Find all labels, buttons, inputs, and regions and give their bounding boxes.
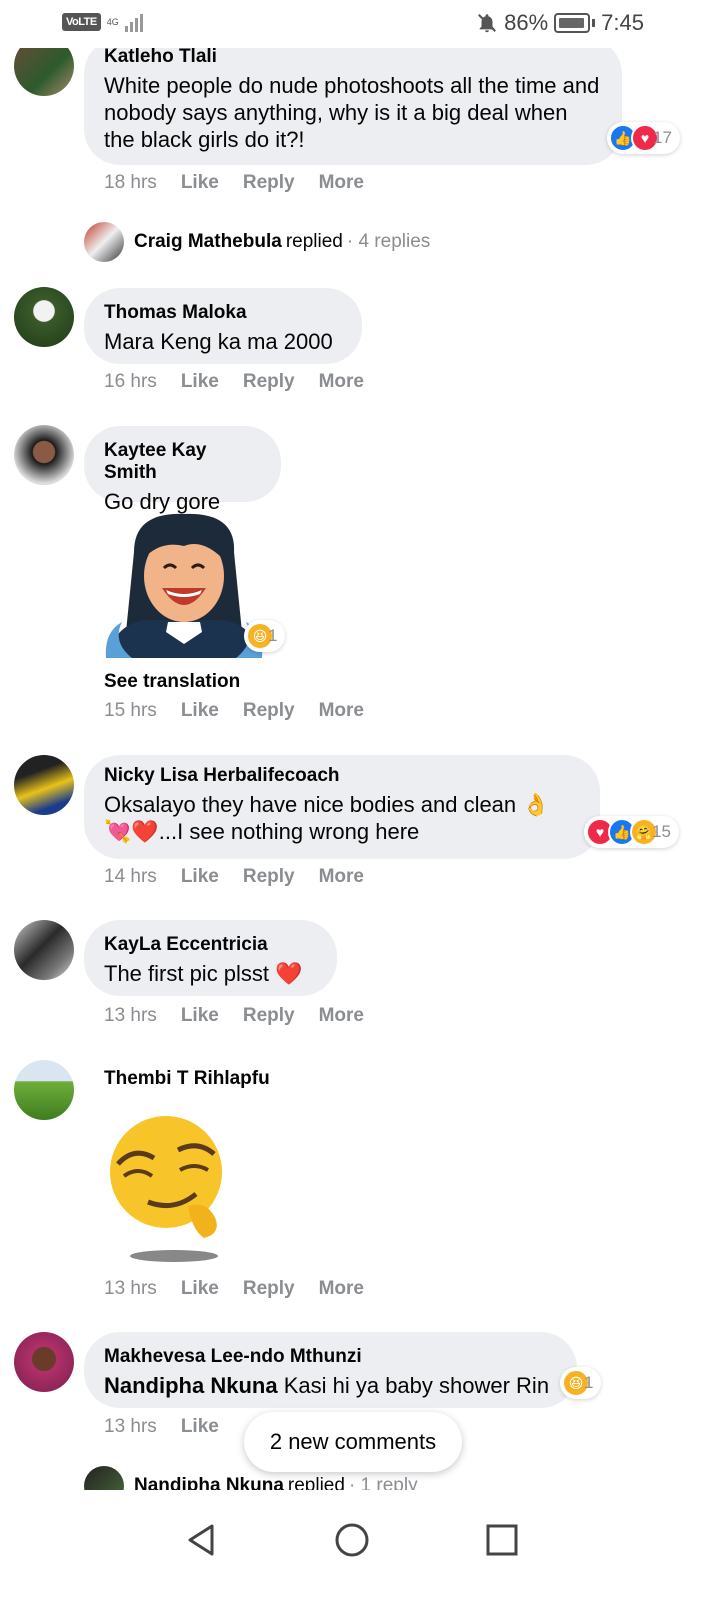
reaction-count: 1 — [584, 1373, 594, 1392]
avatar[interactable] — [14, 1060, 74, 1120]
like-button[interactable]: Like — [181, 172, 219, 194]
network-type: 4G — [106, 16, 119, 27]
avatar[interactable] — [14, 755, 74, 815]
commenter-name[interactable]: KayLa Eccentricia — [104, 934, 317, 956]
bell-muted-icon — [478, 14, 497, 33]
signal-icon — [124, 12, 143, 32]
commenter-name[interactable]: Nicky Lisa Herbalifecoach — [104, 765, 580, 787]
comment-bubble[interactable]: KayLa Eccentricia The first pic plsst ❤️ — [84, 920, 337, 996]
reply-button[interactable]: Reply — [243, 866, 295, 888]
comment-actions: 13 hrs Like — [104, 1416, 219, 1438]
reply-button[interactable]: Reply — [243, 371, 295, 393]
commenter-name[interactable]: Thomas Maloka — [104, 302, 342, 324]
reply-verb: replied — [285, 231, 343, 252]
comment-actions: 15 hrs Like Reply More — [104, 700, 364, 722]
comment-text-line1: Oksalayo they have nice bodies and clean… — [104, 792, 550, 817]
comment-time[interactable]: 13 hrs — [104, 1278, 157, 1300]
sticker-reaction[interactable]: 😆 1 — [244, 620, 286, 652]
comment-bubble[interactable]: Makhevesa Lee-ndo Mthunzi Nandipha Nkuna… — [84, 1332, 577, 1408]
comment-time[interactable]: 13 hrs — [104, 1005, 157, 1027]
reaction-summary[interactable]: 👍 ♥ 17 — [607, 122, 680, 154]
comment-time[interactable]: 13 hrs — [104, 1416, 157, 1438]
comment-body: Kasi hi ya baby shower Rin — [283, 1373, 550, 1398]
back-button[interactable] — [172, 1510, 232, 1570]
comment-actions: 13 hrs Like Reply More — [104, 1278, 364, 1300]
clock: 7:45 — [601, 10, 644, 35]
battery-tip — [592, 19, 596, 27]
replies-link[interactable]: Craig Mathebula replied · 4 replies — [84, 222, 430, 262]
more-button[interactable]: More — [319, 1278, 364, 1300]
status-bar: VoLTE 4G 86% 7:45 — [0, 0, 720, 48]
comment-text: Go dry gore — [104, 489, 221, 514]
comment-time[interactable]: 14 hrs — [104, 866, 157, 888]
smirk-emoji-sticker[interactable] — [104, 1110, 228, 1270]
laughing-girl-sticker[interactable] — [104, 512, 264, 662]
reply-author: Craig Mathebula — [134, 231, 282, 252]
battery-percent: 86% — [504, 10, 549, 35]
commenter-name[interactable]: Thembi T Rihlapfu — [104, 1068, 270, 1090]
avatar[interactable] — [14, 920, 74, 980]
more-button[interactable]: More — [319, 1005, 364, 1027]
status-right: 86% 7:45 — [476, 10, 644, 36]
like-button[interactable]: Like — [181, 1005, 219, 1027]
avatar[interactable] — [14, 425, 74, 485]
reaction-count: 15 — [652, 822, 671, 841]
back-icon — [188, 1524, 214, 1556]
reply-button[interactable]: Reply — [243, 1005, 295, 1027]
system-nav-bar — [0, 1490, 720, 1600]
network-indicators: VoLTE 4G — [62, 12, 143, 32]
recents-icon — [486, 1524, 518, 1556]
avatar[interactable] — [14, 287, 74, 347]
reaction-summary[interactable]: ♥ 👍 🤗 15 — [584, 816, 679, 848]
new-comments-button[interactable]: 2 new comments — [244, 1412, 462, 1472]
like-button[interactable]: Like — [181, 866, 219, 888]
comment-actions: 14 hrs Like Reply More — [104, 866, 364, 888]
more-button[interactable]: More — [319, 866, 364, 888]
comment-bubble[interactable]: Kaytee Kay Smith Go dry gore — [84, 426, 281, 514]
comment-bubble[interactable]: Nicky Lisa Herbalifecoach Oksalayo they … — [84, 755, 600, 859]
comment-text: Mara Keng ka ma 2000 — [104, 329, 333, 354]
reply-avatar — [84, 222, 124, 262]
reply-button[interactable]: Reply — [243, 700, 295, 722]
comment-bubble[interactable]: Katleho Tlali White people do nude photo… — [84, 38, 622, 165]
like-button[interactable]: Like — [181, 371, 219, 393]
comment-bubble[interactable]: Thomas Maloka Mara Keng ka ma 2000 — [84, 288, 362, 364]
home-icon — [335, 1523, 369, 1557]
see-translation-link[interactable]: See translation — [104, 671, 240, 693]
reaction-count: 1 — [268, 626, 278, 645]
reply-button[interactable]: Reply — [243, 1278, 295, 1300]
recents-button[interactable] — [472, 1510, 532, 1570]
comment-time[interactable]: 16 hrs — [104, 371, 157, 393]
like-button[interactable]: Like — [181, 700, 219, 722]
reply-count: · 4 replies — [346, 231, 431, 252]
comment-time[interactable]: 15 hrs — [104, 700, 157, 722]
mention-link[interactable]: Nandipha Nkuna — [104, 1373, 278, 1398]
more-button[interactable]: More — [319, 172, 364, 194]
more-button[interactable]: More — [319, 700, 364, 722]
comment-text: Nandipha Nkuna Kasi hi ya baby shower Ri… — [104, 1372, 557, 1399]
like-button[interactable]: Like — [181, 1416, 219, 1438]
reaction-summary[interactable]: 😆 1 — [560, 1367, 602, 1399]
comment-actions: 18 hrs Like Reply More — [104, 172, 364, 194]
comment-time[interactable]: 18 hrs — [104, 172, 157, 194]
more-button[interactable]: More — [319, 371, 364, 393]
comment-actions: 16 hrs Like Reply More — [104, 371, 364, 393]
home-button[interactable] — [322, 1510, 382, 1570]
commenter-name[interactable]: Kaytee Kay Smith — [104, 440, 261, 484]
like-button[interactable]: Like — [181, 1278, 219, 1300]
commenter-name[interactable]: Makhevesa Lee-ndo Mthunzi — [104, 1346, 557, 1368]
comment-actions: 13 hrs Like Reply More — [104, 1005, 364, 1027]
avatar[interactable] — [14, 1332, 74, 1392]
reply-button[interactable]: Reply — [243, 172, 295, 194]
volte-badge: VoLTE — [62, 13, 101, 31]
comment-text: White people do nude photoshoots all the… — [104, 73, 600, 152]
reaction-count: 17 — [653, 128, 672, 147]
battery-icon — [554, 13, 591, 33]
comment-text-line2: 💘❤️...I see nothing wrong here — [104, 819, 420, 844]
commenter-name[interactable]: Katleho Tlali — [104, 46, 602, 68]
comment-text: The first pic plsst ❤️ — [104, 961, 303, 986]
